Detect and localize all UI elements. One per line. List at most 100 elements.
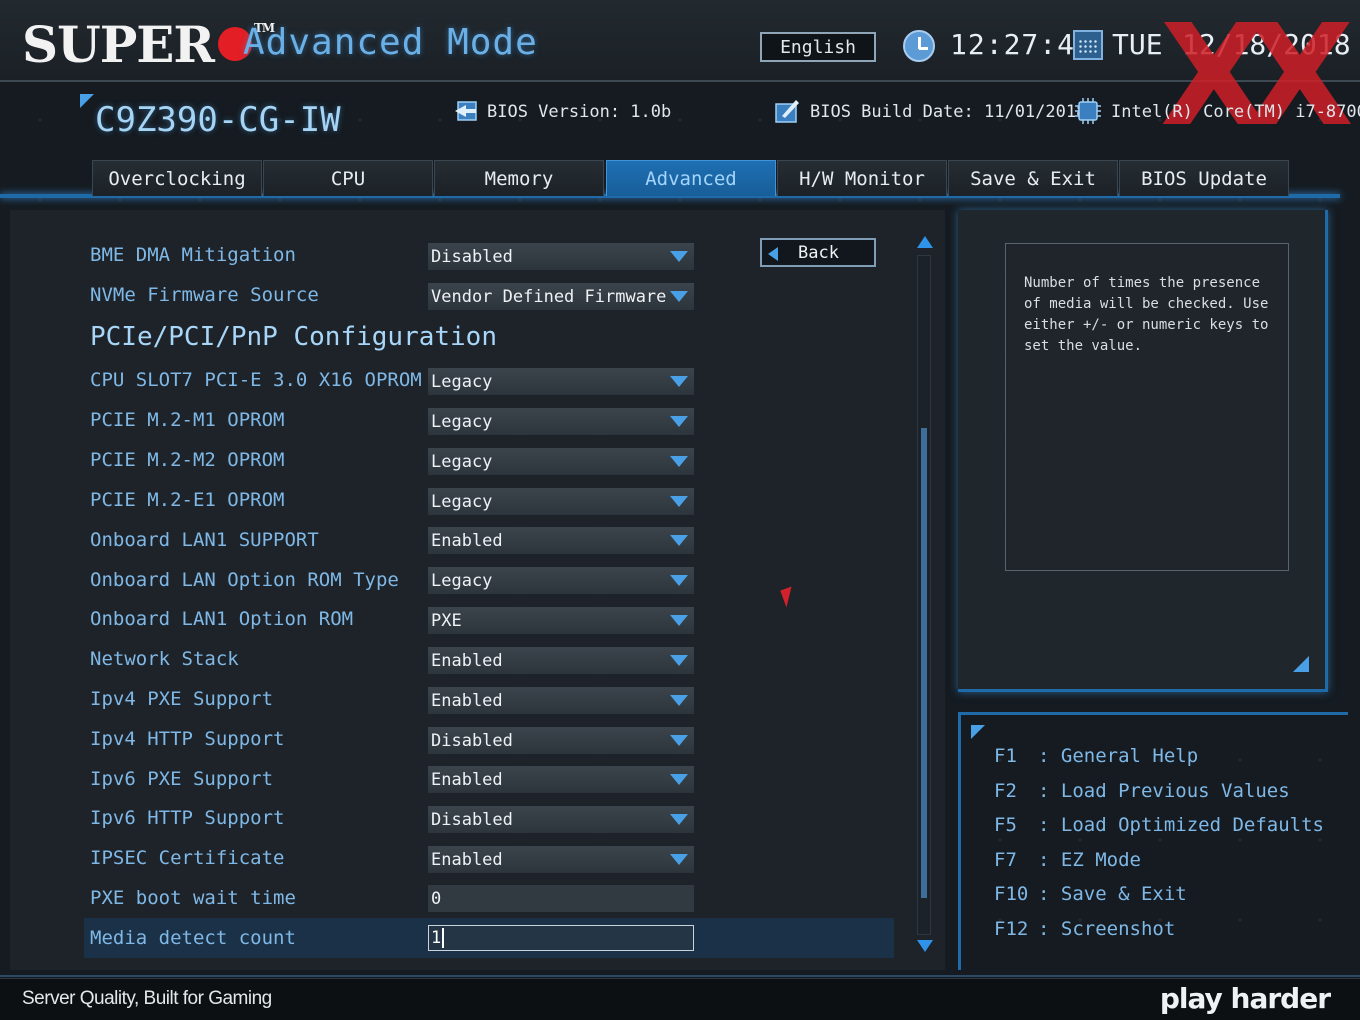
logo-text: SUPER (22, 14, 215, 74)
setting-value: 0 (431, 888, 442, 909)
media-detect-count-input[interactable]: 1 (428, 925, 694, 951)
setting-value: Enabled (431, 849, 503, 870)
setting-label: PCIE M.2-M2 OPROM (90, 449, 285, 471)
tab-bios-update[interactable]: BIOS Update (1119, 160, 1289, 196)
setting-value: Legacy (431, 570, 493, 591)
dropdown-arrow-icon (670, 251, 688, 262)
dropdown-arrow-icon (670, 655, 688, 666)
setting-dropdown[interactable]: Enabled (428, 687, 694, 714)
setting-dropdown[interactable]: Vendor Defined Firmware (428, 283, 694, 310)
dropdown-arrow-icon (670, 695, 688, 706)
setting-dropdown[interactable]: Disabled (428, 243, 694, 270)
tab-hw-monitor[interactable]: H/W Monitor (777, 160, 947, 196)
setting-dropdown[interactable]: Disabled (428, 806, 694, 833)
setting-label: Ipv4 HTTP Support (90, 728, 285, 750)
cpu-info: Intel(R) Core(TM) i7-8700K (1111, 102, 1360, 122)
setting-label: NVMe Firmware Source (90, 284, 319, 306)
setting-dropdown[interactable]: Legacy (428, 408, 694, 435)
scroll-down-icon[interactable] (917, 940, 933, 952)
back-label: Back (798, 242, 839, 263)
calendar-icon (1073, 30, 1103, 60)
bios-chip-icon (455, 101, 477, 121)
hotkey-desc: : Screenshot (1038, 918, 1176, 940)
setting-dropdown[interactable]: Enabled (428, 647, 694, 674)
board-model: C9Z390-CG-IW (95, 100, 341, 140)
hotkey-key: F7 (994, 849, 1017, 871)
setting-dropdown[interactable]: Legacy (428, 448, 694, 475)
corner-accent-icon (971, 725, 985, 739)
dropdown-arrow-icon (670, 814, 688, 825)
play-harder-logo: play harder (1159, 982, 1331, 1015)
setting-label: IPSEC Certificate (90, 847, 285, 869)
day-display: TUE (1112, 28, 1163, 61)
section-title: PCIe/PCI/PnP Configuration (90, 322, 497, 352)
hotkey-desc: : Load Optimized Defaults (1038, 814, 1324, 836)
footer-divider (0, 975, 1360, 977)
hotkey-key: F10 (994, 883, 1029, 905)
setting-dropdown[interactable]: Legacy (428, 488, 694, 515)
setting-dropdown[interactable]: PXE (428, 607, 694, 634)
hotkey-item: F1: General Help (994, 745, 1198, 767)
dropdown-arrow-icon (670, 376, 688, 387)
back-button[interactable]: Back (760, 238, 876, 267)
dropdown-arrow-icon (670, 735, 688, 746)
setting-value: Enabled (431, 650, 503, 671)
hotkey-desc: : EZ Mode (1038, 849, 1141, 871)
hotkey-item: F2: Load Previous Values (994, 780, 1290, 802)
tab-memory[interactable]: Memory (434, 160, 604, 196)
setting-value: Disabled (431, 246, 513, 267)
cpu-icon (1075, 98, 1101, 124)
bios-build-icon (775, 100, 799, 123)
pxe-wait-time-input[interactable]: 0 (428, 885, 694, 912)
setting-value: PXE (431, 610, 462, 631)
setting-value: Legacy (431, 371, 493, 392)
dropdown-arrow-icon (670, 291, 688, 302)
setting-dropdown[interactable]: Legacy (428, 567, 694, 594)
language-button[interactable]: English (760, 32, 876, 62)
setting-label: Onboard LAN1 SUPPORT (90, 529, 319, 551)
dropdown-arrow-icon (670, 615, 688, 626)
tab-save-exit[interactable]: Save & Exit (948, 160, 1118, 196)
setting-value: Disabled (431, 730, 513, 751)
scrollbar-thumb[interactable] (921, 428, 927, 898)
setting-label: Onboard LAN1 Option ROM (90, 608, 354, 630)
setting-label: PCIE M.2-M1 OPROM (90, 409, 285, 431)
setting-label: PCIE M.2-E1 OPROM (90, 489, 285, 511)
setting-dropdown[interactable]: Disabled (428, 727, 694, 754)
help-text: Number of times the presence of media wi… (1024, 275, 1269, 354)
setting-label: Media detect count (90, 927, 296, 949)
tab-cpu[interactable]: CPU (263, 160, 433, 196)
setting-label: Ipv6 HTTP Support (90, 807, 285, 829)
setting-label: PXE boot wait time (90, 887, 296, 909)
setting-value: Enabled (431, 530, 503, 551)
setting-value: Legacy (431, 411, 493, 432)
dropdown-arrow-icon (670, 575, 688, 586)
setting-dropdown[interactable]: Enabled (428, 527, 694, 554)
dropdown-arrow-icon (670, 416, 688, 427)
setting-label: CPU SLOT7 PCI-E 3.0 X16 OPROM (90, 369, 422, 391)
setting-dropdown[interactable]: Enabled (428, 846, 694, 873)
hotkey-item: F10 : Save & Exit (994, 883, 1187, 905)
hotkey-item: F7 : EZ Mode (994, 849, 1141, 871)
corner-accent-icon (1293, 656, 1309, 672)
hotkey-key: F2 (994, 780, 1017, 802)
text-caret (442, 928, 445, 948)
setting-value: 1 (431, 928, 442, 948)
tab-overclocking[interactable]: Overclocking (92, 160, 262, 196)
dropdown-arrow-icon (670, 854, 688, 865)
setting-label: Onboard LAN Option ROM Type (90, 569, 399, 591)
setting-dropdown[interactable]: Enabled (428, 766, 694, 793)
clock-icon (903, 30, 935, 62)
setting-label: Ipv4 PXE Support (90, 688, 274, 710)
setting-value: Vendor Defined Firmware (431, 286, 667, 307)
corner-accent-icon (80, 94, 94, 108)
hotkey-desc: : General Help (1038, 745, 1199, 767)
hotkey-desc: : Save & Exit (1038, 883, 1187, 905)
scroll-up-icon[interactable] (917, 236, 933, 248)
setting-value: Enabled (431, 769, 503, 790)
setting-dropdown[interactable]: Legacy (428, 368, 694, 395)
tab-advanced[interactable]: Advanced (606, 160, 776, 196)
time-display: 12:27:41 (950, 28, 1093, 61)
dropdown-arrow-icon (670, 535, 688, 546)
back-arrow-icon (768, 247, 778, 261)
